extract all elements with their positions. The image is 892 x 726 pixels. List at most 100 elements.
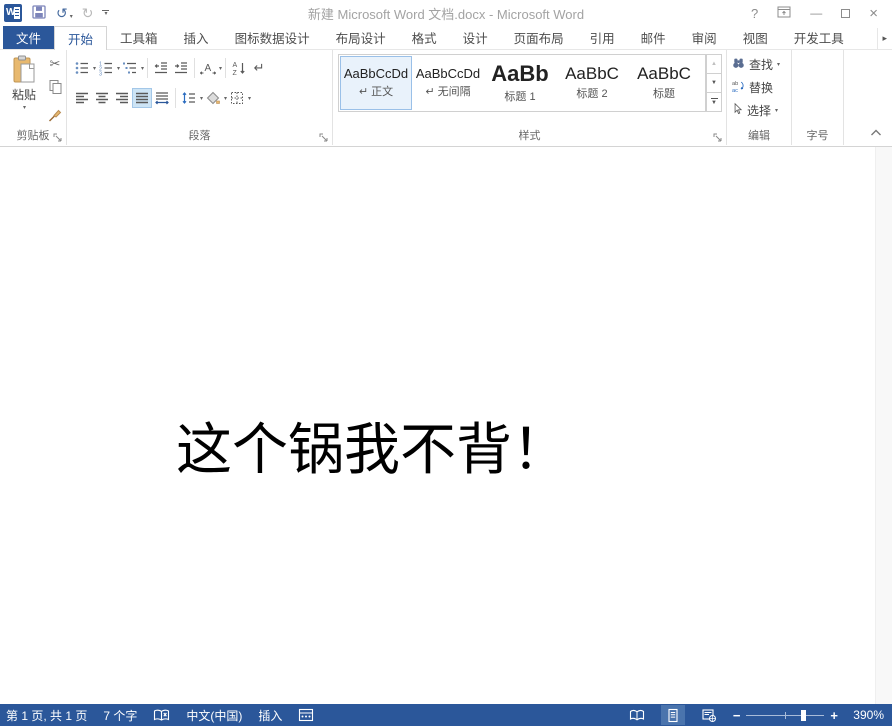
paste-label: 粘贴 (12, 86, 36, 103)
group-clipboard: 粘贴 ▾ ✂ 剪贴板 (0, 50, 67, 145)
save-icon[interactable] (31, 4, 47, 23)
tab-insert[interactable]: 插入 (171, 26, 222, 49)
collapse-ribbon-icon[interactable] (870, 126, 882, 140)
find-button[interactable]: 查找 ▾ (731, 56, 780, 73)
align-center-icon[interactable] (92, 88, 112, 108)
macro-record-icon[interactable] (298, 708, 314, 722)
ribbon: 粘贴 ▾ ✂ 剪贴板 ▾ 123 ▾ ▾ (0, 50, 892, 147)
zoom-in-button[interactable]: + (830, 708, 838, 723)
replace-icon: abac (731, 79, 746, 96)
tab-chart-data-design[interactable]: 图标数据设计 (222, 26, 323, 49)
print-layout-view-icon[interactable] (661, 705, 685, 725)
redo-button[interactable]: ↻ (82, 6, 94, 20)
help-icon[interactable]: ? (751, 6, 758, 21)
group-fontsize: 字号 (792, 50, 844, 145)
find-binoculars-icon (731, 56, 746, 73)
tab-references[interactable]: 引用 (577, 26, 628, 49)
increase-indent-icon[interactable] (171, 58, 191, 78)
align-left-icon[interactable] (72, 88, 92, 108)
select-button[interactable]: 选择 ▾ (731, 102, 778, 119)
gallery-scroll-down-icon[interactable]: ▼ (707, 74, 721, 93)
asian-layout-dropdown-icon[interactable]: ▾ (219, 65, 222, 72)
tab-view[interactable]: 视图 (730, 26, 781, 49)
decrease-indent-icon[interactable] (151, 58, 171, 78)
window-controls: ? — × (751, 5, 892, 22)
styles-group-label: 样式 (333, 127, 726, 143)
style-card-heading2[interactable]: AaBbC 标题 2 (556, 56, 628, 110)
svg-text:3: 3 (99, 72, 102, 77)
undo-button[interactable]: ↺▾ (56, 6, 73, 20)
clipboard-icon (11, 55, 37, 85)
minimize-button[interactable]: — (810, 6, 822, 20)
copy-icon[interactable] (47, 79, 63, 98)
borders-dropdown-icon[interactable]: ▾ (248, 95, 251, 102)
document-area[interactable]: 这个锅我不背！ (0, 147, 892, 704)
style-card-normal[interactable]: AaBbCcDd ↵ 正文 (340, 56, 412, 110)
styles-dialog-launcher-icon[interactable] (713, 132, 723, 142)
tab-page-layout[interactable]: 页面布局 (501, 26, 577, 49)
tab-scroll-right-icon[interactable]: ▸ (877, 28, 891, 49)
document-text[interactable]: 这个锅我不背！ (176, 405, 568, 486)
tab-format[interactable]: 格式 (399, 26, 450, 49)
maximize-button[interactable] (841, 9, 850, 18)
gallery-more-icon[interactable]: ▼ (707, 93, 721, 111)
replace-button[interactable]: abac 替换 (731, 79, 773, 96)
asian-layout-icon[interactable]: A (198, 58, 218, 78)
tab-developer[interactable]: 开发工具 (781, 26, 857, 49)
customize-qat-button[interactable]: ▾ (102, 10, 109, 16)
style-card-no-spacing[interactable]: AaBbCcDd ↵ 无间隔 (412, 56, 484, 110)
group-styles: AaBbCcDd ↵ 正文 AaBbCcDd ↵ 无间隔 AaBb 标题 1 A… (333, 50, 727, 145)
tab-design[interactable]: 设计 (450, 26, 501, 49)
word-count-status[interactable]: 7 个字 (103, 707, 137, 724)
multilevel-list-icon[interactable] (120, 58, 140, 78)
shading-icon[interactable] (203, 88, 223, 108)
multilevel-dropdown-icon[interactable]: ▾ (141, 65, 144, 72)
paste-dropdown-icon[interactable]: ▾ (23, 104, 26, 111)
web-layout-view-icon[interactable] (697, 705, 721, 725)
qat-dropdown-icon: ▾ (104, 12, 107, 16)
tab-toolbox[interactable]: 工具箱 (107, 26, 171, 49)
distribute-text-icon[interactable] (152, 88, 172, 108)
cut-icon[interactable]: ✂ (50, 57, 61, 70)
word-window: W ↺▾ ↻ ▾ 新建 Microsoft Word 文档.docx - Mic… (0, 0, 892, 726)
paste-button[interactable]: 粘贴 ▾ (3, 53, 45, 111)
bullets-icon[interactable] (72, 58, 92, 78)
numbering-icon[interactable]: 123 (96, 58, 116, 78)
align-justify-icon[interactable] (132, 88, 152, 108)
insert-mode-status[interactable]: 插入 (258, 707, 282, 724)
zoom-level[interactable]: 390% (850, 708, 884, 722)
styles-gallery-scroll: ▲ ▼ ▼ (706, 54, 722, 112)
proofing-errors-icon[interactable] (153, 708, 170, 723)
select-cursor-icon (731, 102, 744, 119)
tab-home[interactable]: 开始 (54, 26, 107, 50)
close-button[interactable]: × (869, 5, 878, 22)
borders-icon[interactable] (227, 88, 247, 108)
show-hide-mark-icon[interactable]: ↵ (249, 58, 269, 78)
tab-file[interactable]: 文件 (3, 26, 54, 49)
tab-layout-design[interactable]: 布局设计 (323, 26, 399, 49)
read-mode-view-icon[interactable] (625, 705, 649, 725)
quick-access-toolbar: W ↺▾ ↻ ▾ (0, 4, 109, 23)
page-number-status[interactable]: 第 1 页, 共 1 页 (6, 707, 87, 724)
paragraph-dialog-launcher-icon[interactable] (319, 132, 329, 142)
tab-mailings[interactable]: 邮件 (628, 26, 679, 49)
scrollbar-track[interactable] (875, 147, 892, 704)
svg-text:ab: ab (732, 81, 738, 87)
sort-icon[interactable]: AZ (229, 58, 249, 78)
undo-dropdown-icon[interactable]: ▾ (70, 13, 73, 20)
language-status[interactable]: 中文(中国) (186, 707, 242, 724)
zoom-slider[interactable] (746, 715, 824, 716)
style-card-title[interactable]: AaBbC 标题 (628, 56, 700, 110)
clipboard-dialog-launcher-icon[interactable] (53, 132, 63, 142)
gallery-scroll-up-icon[interactable]: ▲ (707, 55, 721, 74)
align-right-icon[interactable] (112, 88, 132, 108)
zoom-out-button[interactable]: − (733, 708, 741, 723)
zoom-slider-handle[interactable] (801, 710, 806, 721)
format-painter-icon[interactable] (47, 107, 63, 126)
tab-review[interactable]: 审阅 (679, 26, 730, 49)
svg-text:A: A (205, 63, 212, 74)
ribbon-display-options-icon[interactable] (777, 6, 791, 21)
style-card-heading1[interactable]: AaBb 标题 1 (484, 56, 556, 110)
line-spacing-icon[interactable] (179, 88, 199, 108)
word-app-icon[interactable]: W (4, 4, 22, 22)
